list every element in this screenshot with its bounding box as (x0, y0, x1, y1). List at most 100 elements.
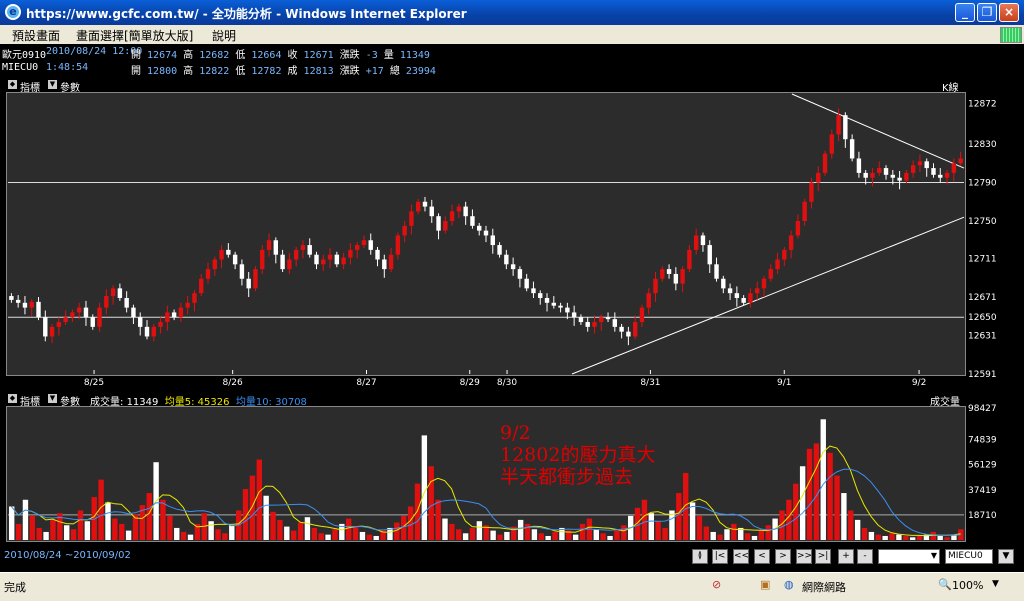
volume-bar (806, 448, 813, 540)
volume-bar (896, 534, 902, 540)
nav-forward-button[interactable]: > (775, 549, 791, 564)
volume-bar (187, 534, 194, 540)
volume-bar (889, 533, 895, 540)
volume-bar (208, 521, 214, 540)
volume-bar (146, 493, 152, 540)
volume-bar (703, 526, 710, 540)
volume-bar (304, 517, 311, 540)
volume-bar (937, 535, 943, 540)
volume-bar (676, 493, 682, 540)
volume-bar (263, 495, 269, 540)
privacy-icon[interactable]: ⊘ (712, 578, 721, 591)
chevron-down-icon: ▼ (930, 551, 937, 560)
volume-bar (696, 515, 703, 540)
nav-page-back-button[interactable]: << (733, 549, 749, 564)
volume-bar (572, 534, 579, 540)
volume-bar (318, 533, 324, 540)
volume-bar (710, 531, 716, 540)
volume-bar (861, 527, 868, 540)
volume-bar (50, 519, 56, 540)
volume-chart: 98427 74839 56129 37419 18710 (8, 404, 997, 540)
volume-bar (9, 506, 15, 540)
symbol-dropdown-button[interactable]: ▼ (998, 549, 1014, 564)
volume-bar (442, 518, 448, 540)
volume-bar (786, 499, 792, 540)
volume-bar (607, 535, 613, 540)
date-range: 2010/08/24 ~2010/09/02 (4, 550, 131, 561)
volume-bar (903, 535, 909, 540)
navigation-toolbar: 2010/08/24 ~2010/09/02 ≬ |< << < > >> >|… (0, 545, 1024, 569)
volume-bar (449, 523, 455, 540)
annotation-note: 9/2 12802的壓力真大 半天都衝步過去 (500, 422, 656, 488)
volume-y-tick: 56129 (968, 461, 997, 471)
volume-bar (15, 523, 22, 540)
volume-bar (579, 523, 586, 540)
volume-bar (793, 483, 799, 540)
volume-bar (854, 519, 861, 540)
volume-y-tick: 37419 (968, 486, 997, 496)
volume-bar (875, 534, 881, 540)
volume-bar (882, 535, 888, 540)
volume-bar (160, 499, 166, 540)
volume-bar (517, 519, 524, 540)
volume-bar (820, 419, 826, 540)
volume-bar (600, 533, 606, 540)
volume-bar (167, 515, 173, 540)
volume-bar (662, 527, 668, 540)
nav-last-button[interactable]: >| (815, 549, 831, 564)
volume-bar (731, 523, 737, 540)
volume-bar (799, 466, 806, 540)
volume-bar (180, 531, 187, 540)
volume-bar (834, 475, 840, 540)
volume-bar (655, 521, 661, 540)
volume-bar (36, 527, 42, 540)
volume-bar (64, 525, 70, 540)
volume-bar (724, 529, 730, 540)
volume-bar (504, 531, 510, 540)
volume-bar (174, 527, 180, 540)
volume-bar (346, 518, 352, 540)
symbol-field[interactable]: MIECU0 (945, 549, 993, 564)
volume-bar (469, 527, 476, 540)
volume-bar (112, 518, 118, 540)
volume-bar (229, 525, 235, 540)
zoom-in-button[interactable]: + (838, 549, 854, 564)
volume-bar (290, 530, 297, 540)
zoom-out-button[interactable]: - (857, 549, 873, 564)
volume-bar (297, 522, 304, 540)
volume-bar (641, 499, 648, 540)
volume-bar (435, 499, 441, 540)
volume-bar (414, 483, 421, 540)
volume-bar (428, 466, 434, 540)
volume-bar (325, 534, 331, 540)
certificate-icon[interactable]: ▣ (760, 578, 770, 591)
volume-bar (497, 534, 503, 540)
volume-bar (332, 529, 338, 540)
status-text: 完成 (4, 581, 26, 594)
nav-page-forward-button[interactable]: >> (796, 549, 812, 564)
volume-bar (394, 522, 400, 540)
zoom-level[interactable]: 100% (952, 579, 983, 592)
nav-first-button[interactable]: |< (712, 549, 728, 564)
volume-y-tick: 98427 (968, 404, 997, 414)
volume-bar (868, 531, 875, 540)
nav-button-0[interactable]: ≬ (692, 549, 708, 564)
volume-bar (916, 535, 923, 540)
nav-back-button[interactable]: < (754, 549, 770, 564)
zoom-dropdown-icon[interactable]: ▼ (992, 579, 999, 589)
volume-bar (476, 521, 483, 540)
volume-bar (593, 529, 599, 540)
volume-bar (270, 511, 276, 540)
period-select[interactable]: ▼ (878, 549, 940, 564)
volume-bar (648, 513, 655, 540)
volume-bar (841, 493, 847, 540)
volume-bar (717, 534, 723, 540)
volume-y-tick: 18710 (968, 511, 997, 521)
volume-bar (256, 459, 262, 540)
volume-bar (524, 523, 531, 540)
volume-bar (29, 515, 36, 540)
volume-bar (827, 452, 833, 540)
volume-bar (765, 525, 771, 540)
volume-bar (689, 502, 696, 540)
volume-bar (758, 530, 765, 540)
